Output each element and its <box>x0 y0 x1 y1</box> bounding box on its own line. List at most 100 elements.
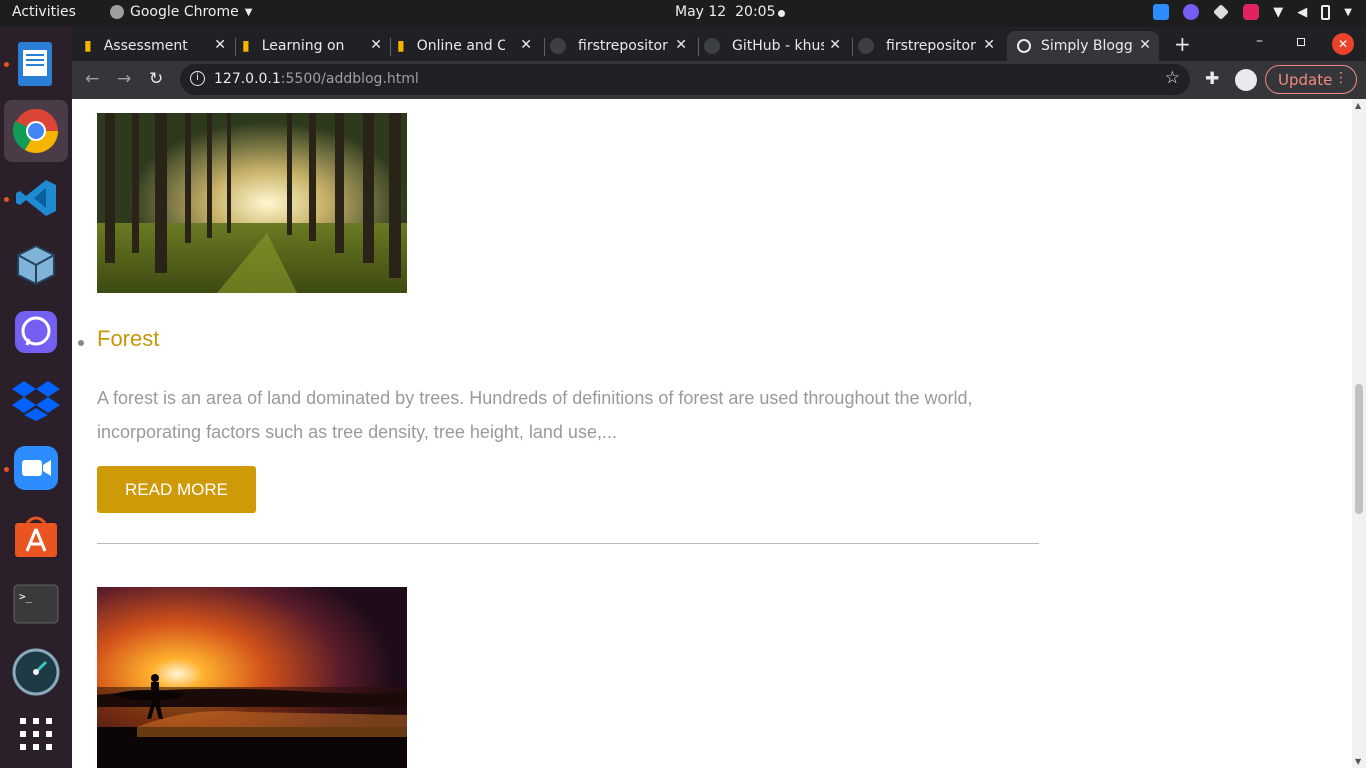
bar-chart-icon: ▮ <box>242 38 250 54</box>
post-excerpt: A forest is an area of land dominated by… <box>97 388 973 442</box>
scroll-up-arrow-icon[interactable]: ▲ <box>1355 101 1361 110</box>
close-tab-icon[interactable]: ✕ <box>214 37 226 53</box>
zoom-icon <box>14 446 58 490</box>
kebab-menu-icon[interactable]: ⋮ <box>1334 70 1348 86</box>
virtualbox-icon <box>17 244 55 286</box>
back-icon[interactable]: ← <box>85 69 99 89</box>
dropbox-icon <box>12 381 60 421</box>
browser-tab[interactable]: ▮ Assessment ✕ <box>84 31 234 61</box>
clock-date: May 12 <box>675 4 727 20</box>
viber-icon <box>15 311 57 353</box>
tab-separator <box>852 38 853 56</box>
recorder-tray-icon[interactable] <box>1243 4 1260 20</box>
globe-icon <box>1017 39 1031 53</box>
close-tab-icon[interactable]: ✕ <box>983 37 995 53</box>
tab-separator <box>390 38 391 56</box>
github-icon <box>550 38 566 54</box>
close-tab-icon[interactable]: ✕ <box>829 37 841 53</box>
tab-title: Learning on S <box>261 38 346 54</box>
bar-chart-icon: ▮ <box>397 38 405 54</box>
tab-title: firstrepositor <box>578 38 668 54</box>
tab-separator <box>235 38 236 56</box>
svg-text:>_: >_ <box>19 590 33 603</box>
activities-button[interactable]: Activities <box>12 4 76 20</box>
bookmark-star-icon[interactable]: ☆ <box>1165 68 1180 88</box>
close-tab-icon[interactable]: ✕ <box>675 37 687 53</box>
ubuntu-software-icon <box>15 516 57 557</box>
system-tray[interactable]: ▼ ◀ ▼ <box>1153 4 1352 20</box>
browser-tab[interactable]: ▮ Online and C ✕ <box>397 31 540 61</box>
profile-avatar-icon[interactable] <box>1235 69 1257 91</box>
stacer-dock-icon[interactable] <box>4 641 68 703</box>
github-icon <box>858 38 874 54</box>
address-bar[interactable]: i 127.0.0.1:5500/addblog.html ☆ <box>180 64 1190 95</box>
maximize-icon[interactable] <box>1297 38 1305 46</box>
browser-tab[interactable]: ▮ Learning on S ✕ <box>242 31 390 61</box>
url-host: 127.0.0.1 <box>214 71 281 87</box>
forward-icon[interactable]: → <box>117 69 131 89</box>
sunset-surfer-image <box>97 587 407 768</box>
tab-separator <box>544 38 545 56</box>
google-chrome-icon <box>12 109 58 153</box>
app-menu[interactable]: Google Chrome ▼ <box>110 4 252 20</box>
vscode-dock-icon[interactable] <box>4 167 68 229</box>
virtualbox-dock-icon[interactable] <box>4 234 68 296</box>
close-tab-icon[interactable]: ✕ <box>370 37 382 53</box>
read-more-button[interactable]: READ MORE <box>97 466 256 513</box>
update-chrome-button[interactable]: Update ⋮ <box>1265 65 1357 94</box>
close-tab-icon[interactable]: ✕ <box>1139 37 1151 53</box>
browser-tab[interactable]: GitHub - khus ✕ <box>704 31 849 61</box>
forest-image <box>97 113 407 293</box>
volume-icon[interactable]: ◀ <box>1297 5 1307 20</box>
tab-separator <box>698 38 699 56</box>
dropbox-tray-icon[interactable] <box>1213 4 1230 20</box>
system-menu-caret-icon[interactable]: ▼ <box>1344 7 1352 18</box>
info-icon[interactable]: i <box>190 71 205 86</box>
close-window-icon[interactable]: ✕ <box>1332 33 1354 55</box>
url-text: 127.0.0.1:5500/addblog.html <box>214 71 419 87</box>
chrome-small-icon <box>110 5 124 19</box>
browser-tab-active[interactable]: Simply Blogg ✕ <box>1007 31 1159 61</box>
extensions-puzzle-icon[interactable]: ✚ <box>1205 69 1219 89</box>
tab-title: Simply Blogg <box>1041 38 1133 54</box>
close-tab-icon[interactable]: ✕ <box>520 37 532 53</box>
wifi-icon[interactable]: ▼ <box>1273 5 1283 20</box>
page-viewport: Forest A forest is an area of land domin… <box>72 99 1352 768</box>
chrome-dock-icon[interactable] <box>4 100 68 162</box>
tab-title: Online and C <box>416 38 505 54</box>
zoom-tray-icon[interactable] <box>1153 4 1170 20</box>
tab-title: GitHub - khus <box>732 38 824 54</box>
viber-tray-icon[interactable] <box>1183 4 1200 20</box>
tab-title: firstrepositor <box>886 38 976 54</box>
clock[interactable]: May 12 20:05 <box>675 4 775 20</box>
notification-dot <box>778 10 785 17</box>
battery-icon[interactable] <box>1321 4 1331 20</box>
caret-down-icon: ▼ <box>244 6 253 18</box>
app-menu-label: Google Chrome <box>130 4 239 20</box>
scrollbar-thumb[interactable] <box>1355 384 1363 514</box>
show-applications-button[interactable] <box>4 703 68 765</box>
url-path: :5500/addblog.html <box>280 71 419 87</box>
writer-dock-icon[interactable] <box>4 33 68 95</box>
update-label: Update <box>1278 71 1333 89</box>
minimize-icon[interactable]: – <box>1256 33 1263 49</box>
reload-icon[interactable]: ↻ <box>149 69 163 89</box>
scroll-down-arrow-icon[interactable]: ▼ <box>1355 757 1361 766</box>
libreoffice-writer-icon <box>18 42 52 86</box>
browser-tab[interactable]: firstrepositor ✕ <box>550 31 695 61</box>
grid-icon <box>20 718 52 750</box>
page-scrollbar[interactable]: ▲ ▼ <box>1352 99 1366 768</box>
software-dock-icon[interactable] <box>4 505 68 567</box>
list-bullet <box>78 340 84 346</box>
tab-strip: ▮ Assessment ✕ ▮ Learning on S ✕ ▮ Onlin… <box>72 27 1366 61</box>
viber-dock-icon[interactable] <box>4 301 68 363</box>
terminal-dock-icon[interactable]: >_ <box>4 573 68 635</box>
post-title[interactable]: Forest <box>97 326 159 352</box>
browser-tab[interactable]: firstrepositor ✕ <box>858 31 1003 61</box>
bar-chart-icon: ▮ <box>84 38 92 54</box>
new-tab-icon[interactable]: + <box>1174 32 1191 56</box>
vscode-icon <box>16 180 56 216</box>
gnome-top-bar: Activities Google Chrome ▼ May 12 20:05 … <box>0 0 1366 27</box>
dropbox-dock-icon[interactable] <box>4 368 68 430</box>
zoom-dock-icon[interactable] <box>4 437 68 499</box>
